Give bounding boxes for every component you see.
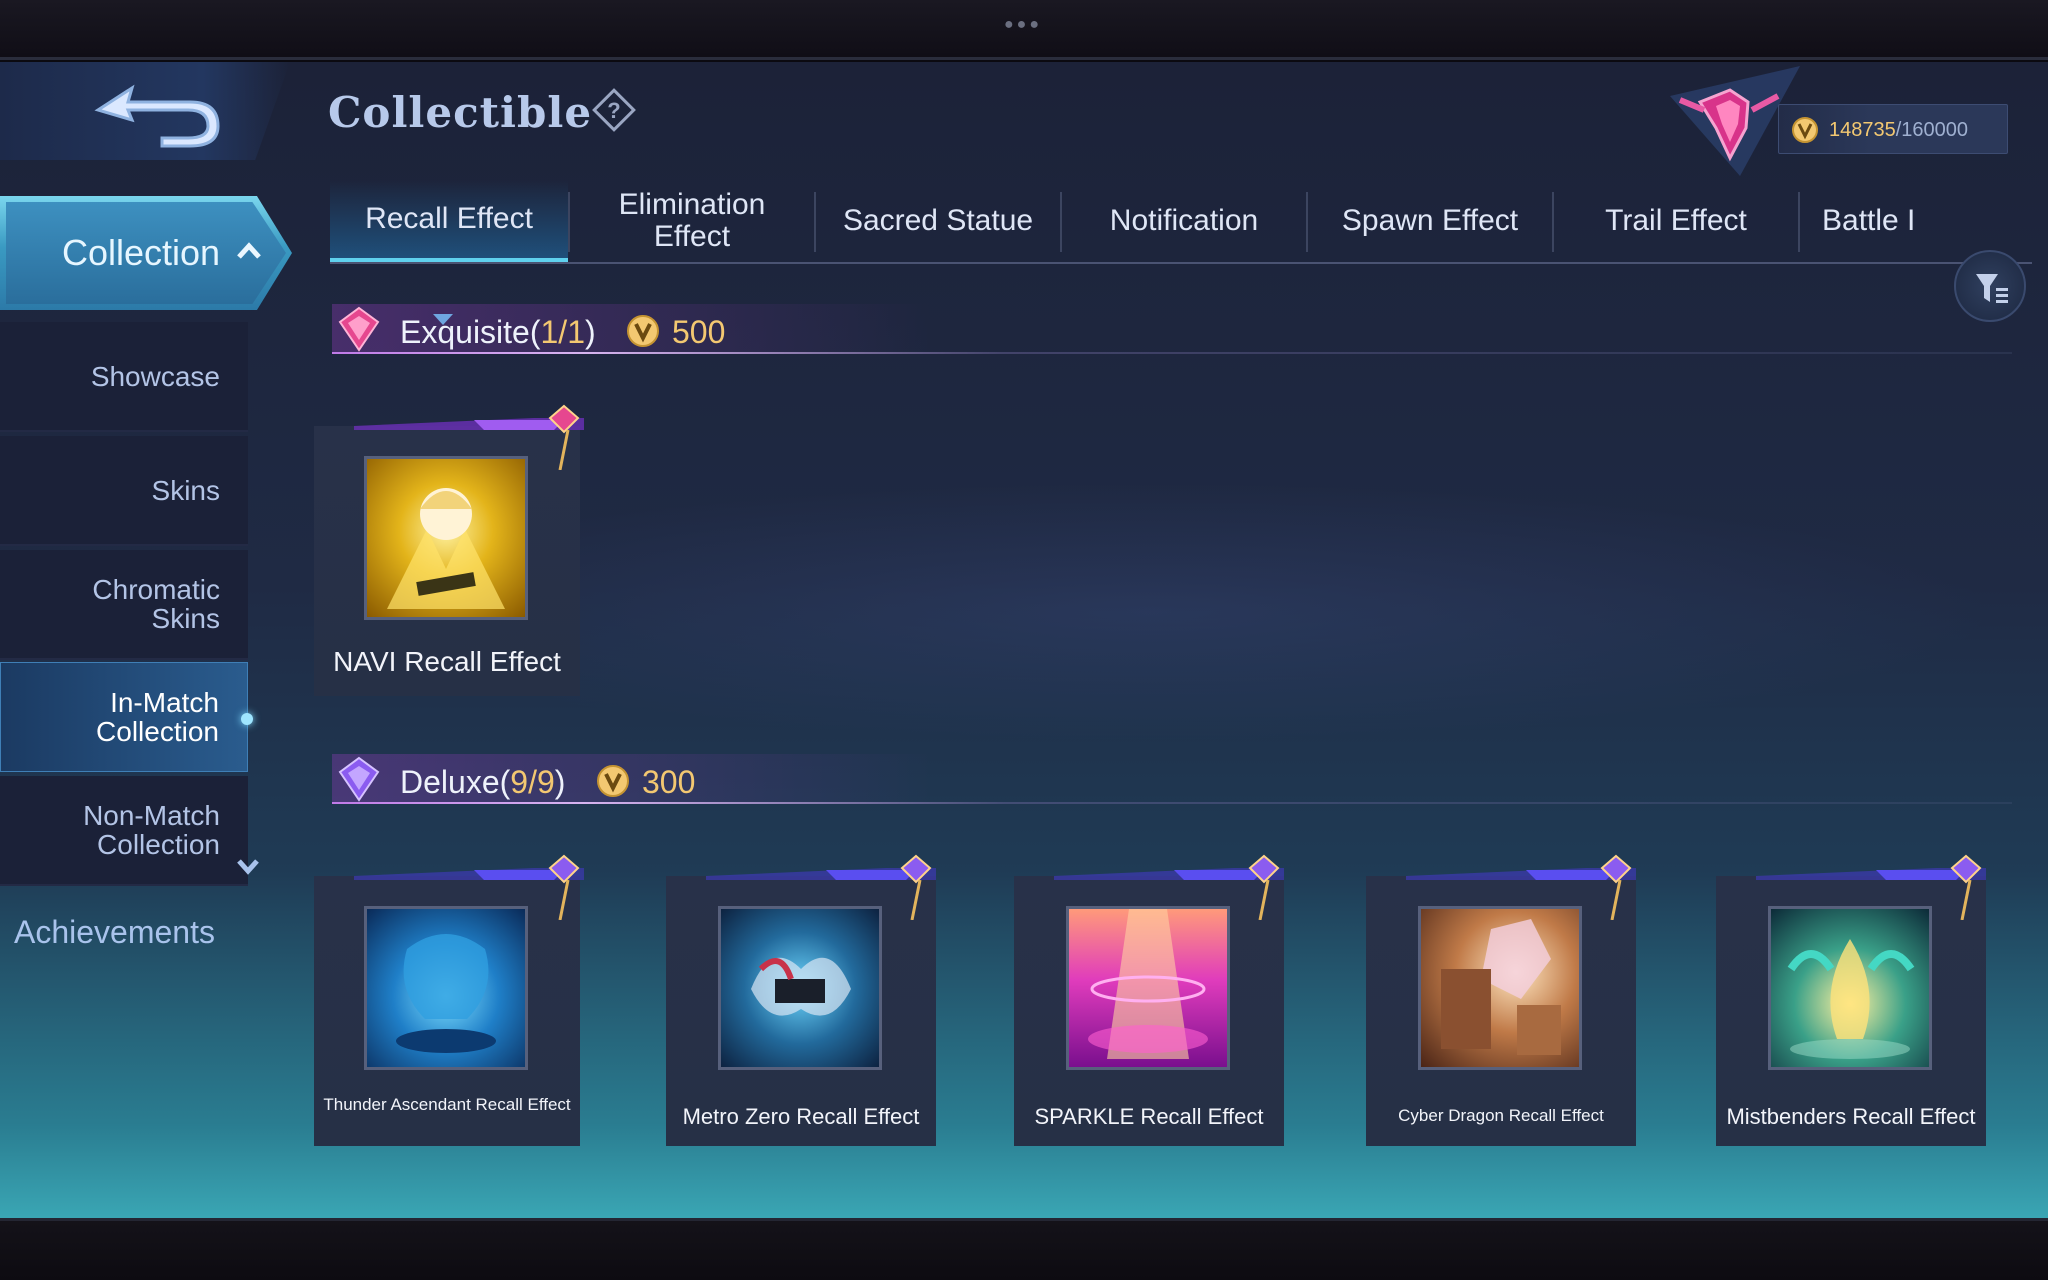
effect-tabs: Recall Effect Elimination Effect Sacred … [330,180,2032,264]
section-divider [332,802,2012,804]
tab-recall-effect[interactable]: Recall Effect [330,180,568,262]
card-title: Metro Zero Recall Effect [682,1104,920,1129]
card-title: SPARKLE Recall Effect [1034,1104,1264,1129]
collectible-screen: Collectible ? 148735/160000 Collection S… [0,62,2048,1218]
collection-coin-icon [597,765,629,797]
light-pillar-icon [1088,909,1208,1059]
device-bottom-bar [0,1218,2048,1280]
tab-notification[interactable]: Notification [1062,180,1306,262]
sidebar-item-label: Chromatic Skins [92,574,220,634]
section-divider [332,352,2012,354]
tab-trail-effect[interactable]: Trail Effect [1554,180,1798,262]
section-title: Deluxe(9/9) [400,764,566,800]
sidebar-item-non-match-collection[interactable]: Non-Match Collection [0,776,248,886]
section-title: Exquisite(1/1) [400,314,596,350]
cyber-dragon-thumbnail [1418,906,1582,1070]
mistbenders-thumbnail [1768,906,1932,1070]
card-title: Thunder Ascendant Recall Effect [323,1095,571,1114]
sidebar-item-chromatic-skins[interactable]: Chromatic Skins [0,550,248,660]
section-tier: Deluxe [400,764,500,800]
metro-zero-thumbnail [718,906,882,1070]
sidebar-item-label: Non-Match Collection [83,800,220,860]
sidebar-item-label: Skins [151,474,220,506]
device-top-bar: ●●● [0,0,2048,60]
back-arrow-icon [94,84,220,148]
section-header-deluxe: Deluxe(9/9) 300 [332,754,2012,804]
points-text: 148735/160000 [1829,119,1968,142]
tab-label: Notification [1109,204,1259,237]
svg-text:?: ? [607,98,620,123]
tab-elimination-effect[interactable]: Elimination Effect [570,180,814,262]
dragon-art-icon [1441,919,1561,1055]
collection-points-display: 148735/160000 [1778,104,2008,154]
sidebar-item-showcase[interactable]: Showcase [0,322,248,432]
chevron-up-icon [237,242,261,259]
section-header-exquisite: Exquisite(1/1) 500 [332,304,2012,354]
thunder-ascendant-thumbnail [364,906,528,1070]
page-title: Collectible [328,88,593,137]
section-count: 1/1 [540,314,585,350]
section-price: 500 [672,314,726,350]
sidebar-item-label: Showcase [90,360,220,392]
section-tier: Exquisite [400,314,530,350]
collectible-card[interactable]: Mistbenders Recall Effect [1716,854,1986,1146]
dragon-art-icon [396,934,496,1053]
sidebar-item-skins[interactable]: Skins [0,436,248,546]
card-title: NAVI Recall Effect [333,646,561,677]
collection-coin-icon [627,315,659,347]
card-title: Mistbenders Recall Effect [1726,1104,1976,1129]
help-icon[interactable]: ? [588,84,640,136]
collectible-card[interactable]: SPARKLE Recall Effect [1014,854,1284,1146]
section-price: 300 [642,764,696,800]
tab-battle[interactable]: Battle I [1800,180,1940,262]
more-dots-icon[interactable]: ●●● [1004,16,1042,34]
dragon-art-icon [751,957,851,1016]
deluxe-tier-icon [338,756,380,802]
points-current: 148735 [1829,119,1896,141]
tab-label: Battle I [1822,204,1916,237]
active-indicator [241,713,253,725]
navi-recall-thumbnail [364,456,528,620]
sparkle-thumbnail [1066,906,1230,1070]
collectible-card[interactable]: NAVI Recall Effect [314,404,584,696]
section-count: 9/9 [510,764,555,800]
chevron-down-icon [237,859,259,875]
collection-label: Collection [62,232,221,273]
collectible-card[interactable]: Metro Zero Recall Effect [666,854,936,1146]
character-art-icon [387,488,505,609]
achievements-category-button[interactable]: Achievements [14,914,215,951]
collectible-card[interactable]: Thunder Ascendant Recall Effect [314,854,584,1146]
collection-coin-icon [1792,117,1818,143]
tab-spawn-effect[interactable]: Spawn Effect [1308,180,1552,262]
tab-label: Sacred Statue [842,204,1034,237]
sidebar-item-label: In-Match Collection [96,687,219,747]
filter-icon [1976,274,2008,303]
collectible-card[interactable]: Cyber Dragon Recall Effect [1366,854,1636,1146]
tab-label: Trail Effect [1605,204,1747,237]
tab-label: Elimination Effect [618,188,766,253]
points-total: /160000 [1895,119,1969,141]
tab-label: Recall Effect [365,202,533,235]
flame-art-icon [1787,939,1915,1059]
card-title: Cyber Dragon Recall Effect [1398,1106,1604,1125]
exquisite-tier-icon [338,306,380,352]
tab-label: Spawn Effect [1341,204,1519,237]
back-button[interactable] [0,62,290,160]
tab-sacred-statue[interactable]: Sacred Statue [816,180,1060,262]
sidebar-item-in-match-collection[interactable]: In-Match Collection [0,662,253,772]
